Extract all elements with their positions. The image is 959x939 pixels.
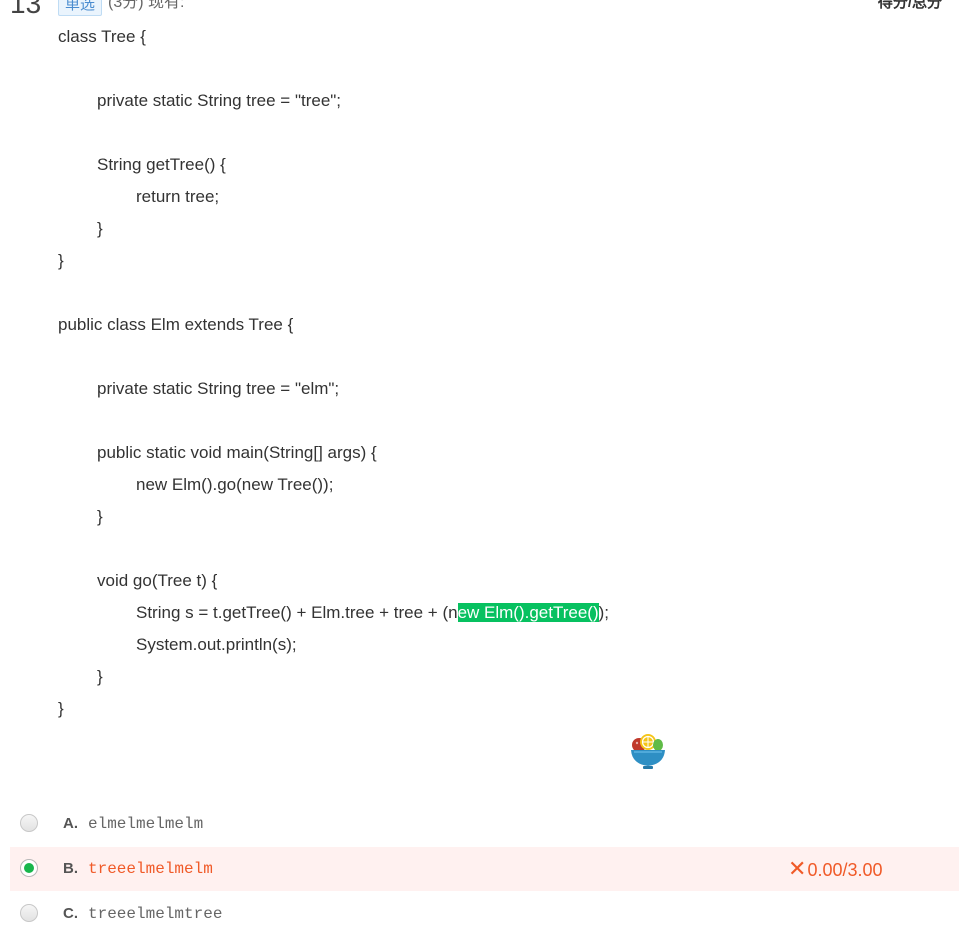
- option-b[interactable]: B. treeelmelmelm ✕0.00/3.00: [10, 847, 959, 891]
- code-line: }: [97, 219, 103, 238]
- code-line: class Tree {: [58, 27, 146, 46]
- option-text: treeelmelmelm: [88, 860, 213, 878]
- code-line: public class Elm extends Tree {: [58, 315, 294, 334]
- code-line: }: [97, 667, 103, 686]
- option-text: elmelmelmelm: [88, 815, 204, 833]
- question-meta: (3分) 现有:: [108, 0, 185, 11]
- radio-button-selected[interactable]: [20, 859, 38, 877]
- option-c[interactable]: C. treeelmelmtree: [10, 892, 959, 936]
- code-line: new Elm().go(new Tree());: [136, 475, 334, 494]
- question-number: 13: [10, 0, 42, 19]
- code-line: void go(Tree t) {: [97, 571, 218, 590]
- code-line: String s = t.getTree() + Elm.tree + tree…: [136, 602, 609, 624]
- option-text: treeelmelmtree: [88, 905, 223, 923]
- code-line: String getTree() {: [97, 155, 226, 174]
- option-letter: B.: [63, 860, 78, 877]
- code-line: public static void main(String[] args) {: [97, 443, 377, 462]
- text-selection-highlight[interactable]: ew Elm().getTree(): [457, 603, 599, 622]
- score-value: 0.00/3.00: [807, 860, 883, 880]
- score-header: 得分/总分: [877, 0, 942, 11]
- code-line: }: [58, 251, 64, 270]
- code-line: System.out.println(s);: [136, 635, 297, 654]
- code-text: );: [598, 603, 610, 622]
- score-result: ✕0.00/3.00: [788, 858, 883, 881]
- fruit-bowl-icon: [628, 732, 668, 772]
- code-line: private static String tree = "tree";: [97, 91, 342, 110]
- option-letter: A.: [63, 815, 78, 832]
- code-line: return tree;: [136, 187, 220, 206]
- code-line: }: [97, 507, 103, 526]
- radio-button[interactable]: [20, 814, 38, 832]
- option-a[interactable]: A. elmelmelmelm: [10, 802, 959, 846]
- wrong-x-icon: ✕: [788, 856, 807, 881]
- code-line: }: [58, 699, 64, 718]
- code-text: String s = t.getTree() + Elm.tree + tree…: [136, 603, 458, 622]
- question-type-badge: 单选: [58, 0, 103, 16]
- code-line: private static String tree = "elm";: [97, 379, 340, 398]
- radio-button[interactable]: [20, 904, 38, 922]
- option-letter: C.: [63, 905, 78, 922]
